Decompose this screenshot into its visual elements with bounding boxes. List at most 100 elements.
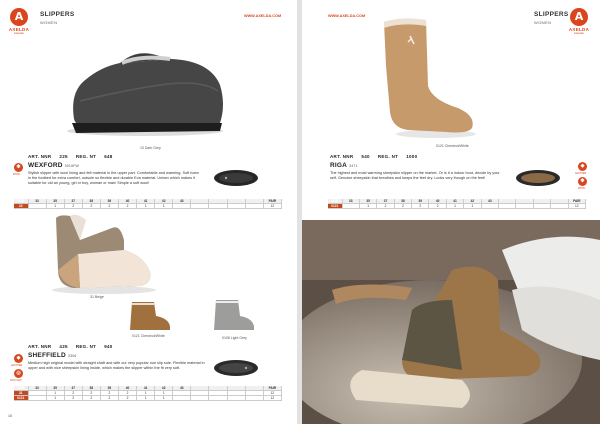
product-code: 3306	[67, 354, 77, 358]
wool-badge-label: WOOL	[578, 187, 586, 190]
wexford-title: WEXFORD 3016FW	[28, 162, 79, 169]
size-cell	[245, 203, 264, 209]
size-cell: 2	[82, 395, 101, 401]
size-cell: 2	[100, 395, 119, 401]
size-cell	[550, 203, 569, 209]
size-cell: 2	[376, 203, 395, 209]
size-cell	[227, 203, 246, 209]
size-cell	[28, 395, 47, 401]
bulk: 1000	[406, 154, 418, 159]
size-cell: 2	[64, 395, 83, 401]
sheffield-grey-image	[214, 300, 254, 330]
left-page: A AXELDA sweden SLIPPERS WOMEN WWW.AXELD…	[0, 0, 297, 424]
bulk: 648	[104, 154, 113, 159]
sheffield-size-table: SIZE 33 35 37 38 39 40 41 42 43 PAIR 31 1 2 2 2 2 1 1 12 012…	[14, 386, 283, 401]
size-row: 0121 1 2 2 2 2 1 1 12	[14, 395, 283, 401]
wexford-slipper-image	[67, 53, 223, 136]
riga-color-caption: 0121 Chestnut/White	[436, 144, 469, 148]
sheffield-article-row: ART. NNR 425 REG. NT 940	[28, 344, 121, 349]
product-name: WEXFORD	[28, 162, 63, 169]
art-no-label: ART. NNR	[330, 154, 354, 159]
size-cell: 2	[64, 203, 83, 209]
size-cell	[227, 395, 246, 401]
sheffield-chestnut-image	[130, 302, 170, 330]
size-cell: 2	[82, 203, 101, 209]
logo-tagline: sweden	[13, 31, 25, 35]
leather-badge-label: LEATHER	[11, 364, 23, 367]
section-subtitle: WOMEN	[40, 20, 58, 25]
size-cell	[190, 395, 210, 401]
product-code: 3016FW	[64, 164, 80, 168]
sheffield-grey-caption: 0108 Light Grey	[222, 336, 247, 340]
logo-mark: A	[570, 8, 588, 26]
size-row: 0121 1 2 2 2 2 1 1 12	[328, 203, 587, 209]
wexford-color-caption: 10 Dark Grey	[140, 146, 161, 150]
section-title: SLIPPERS	[40, 11, 75, 18]
sheffield-title: SHEFFIELD 3306	[28, 352, 77, 359]
art-no: 425	[59, 344, 68, 349]
art-no: 540	[361, 154, 370, 159]
leather-badge-icon: ◆	[14, 354, 23, 363]
size-cell: 2	[394, 203, 413, 209]
wexford-description: Stylish slipper with wool lining and fel…	[28, 171, 199, 185]
art-no-label: ART. NNR	[28, 344, 52, 349]
size-cell: 12	[263, 203, 283, 209]
sheffield-main-image	[52, 214, 156, 294]
leather-badge-label: LEATHER	[575, 172, 587, 175]
size-row-label: 10	[14, 203, 29, 209]
size-cell	[172, 203, 192, 209]
size-cell	[245, 395, 264, 401]
axelda-logo: A AXELDA sweden	[568, 8, 590, 35]
size-cell: 1	[136, 395, 156, 401]
leather-badge-icon: ◆	[578, 162, 587, 171]
riga-title: RIGA 3471	[330, 162, 358, 169]
size-cell: 12	[568, 203, 587, 209]
wool-badge-label: WOOL	[13, 173, 21, 176]
size-cell	[533, 203, 552, 209]
riga-boot-image	[384, 18, 476, 138]
product-name: RIGA	[330, 162, 348, 169]
bulk-label: REG. NT	[75, 344, 97, 349]
size-cell: 1	[136, 203, 156, 209]
sheffield-sole-image	[214, 360, 258, 376]
axelda-logo: A AXELDA sweden	[8, 8, 30, 35]
size-cell	[208, 395, 228, 401]
sheffield-main-caption: 31 Beige	[90, 295, 104, 299]
size-row: 10 1 2 2 2 2 1 1 12	[14, 203, 283, 209]
size-cell: 1	[359, 203, 378, 209]
logo-tagline: sweden	[573, 31, 585, 35]
sheffield-description: Medium high original model with straight…	[28, 361, 205, 370]
non-slip-badge-icon: ◎	[14, 369, 23, 378]
art-no-label: ART. NNR	[28, 154, 52, 159]
size-cell: 1	[154, 203, 174, 209]
lifestyle-photo	[302, 220, 600, 424]
size-cell	[28, 203, 47, 209]
product-code: 3471	[349, 164, 358, 168]
size-cell: 12	[263, 395, 283, 401]
size-cell	[172, 395, 192, 401]
size-cell: 1	[46, 395, 65, 401]
size-cell: 1	[463, 203, 482, 209]
size-cell	[208, 203, 228, 209]
page-number: 16	[8, 414, 12, 418]
size-cell: 2	[411, 203, 430, 209]
size-cell	[498, 203, 517, 209]
section-title: SLIPPERS	[534, 11, 569, 18]
wexford-article-row: ART. NNR 225 REG. NT 648	[28, 154, 121, 159]
size-row-label: 0121	[328, 203, 343, 209]
bulk-label: REG. NT	[377, 154, 399, 159]
riga-description: The highest and most warming sheepskin s…	[330, 171, 500, 180]
size-cell: 2	[118, 203, 138, 209]
size-cell: 1	[446, 203, 465, 209]
riga-size-table: SIZE 33 35 37 38 39 40 41 42 43 PAIR 0121 1 2 2 2 2 1 1 12	[328, 199, 587, 209]
right-page: WWW.AXELDA.COM SLIPPERS WOMEN A AXELDA s…	[302, 0, 600, 424]
website-link[interactable]: WWW.AXELDA.COM	[244, 14, 281, 18]
size-cell: 1	[154, 395, 174, 401]
size-cell: 1	[46, 203, 65, 209]
size-cell	[481, 203, 500, 209]
product-name: SHEFFIELD	[28, 352, 66, 359]
section-subtitle: WOMEN	[534, 20, 552, 25]
size-cell: 2	[118, 395, 138, 401]
website-link[interactable]: WWW.AXELDA.COM	[328, 14, 365, 18]
sheffield-chestnut-caption: 0121 Chestnut/White	[132, 334, 165, 338]
